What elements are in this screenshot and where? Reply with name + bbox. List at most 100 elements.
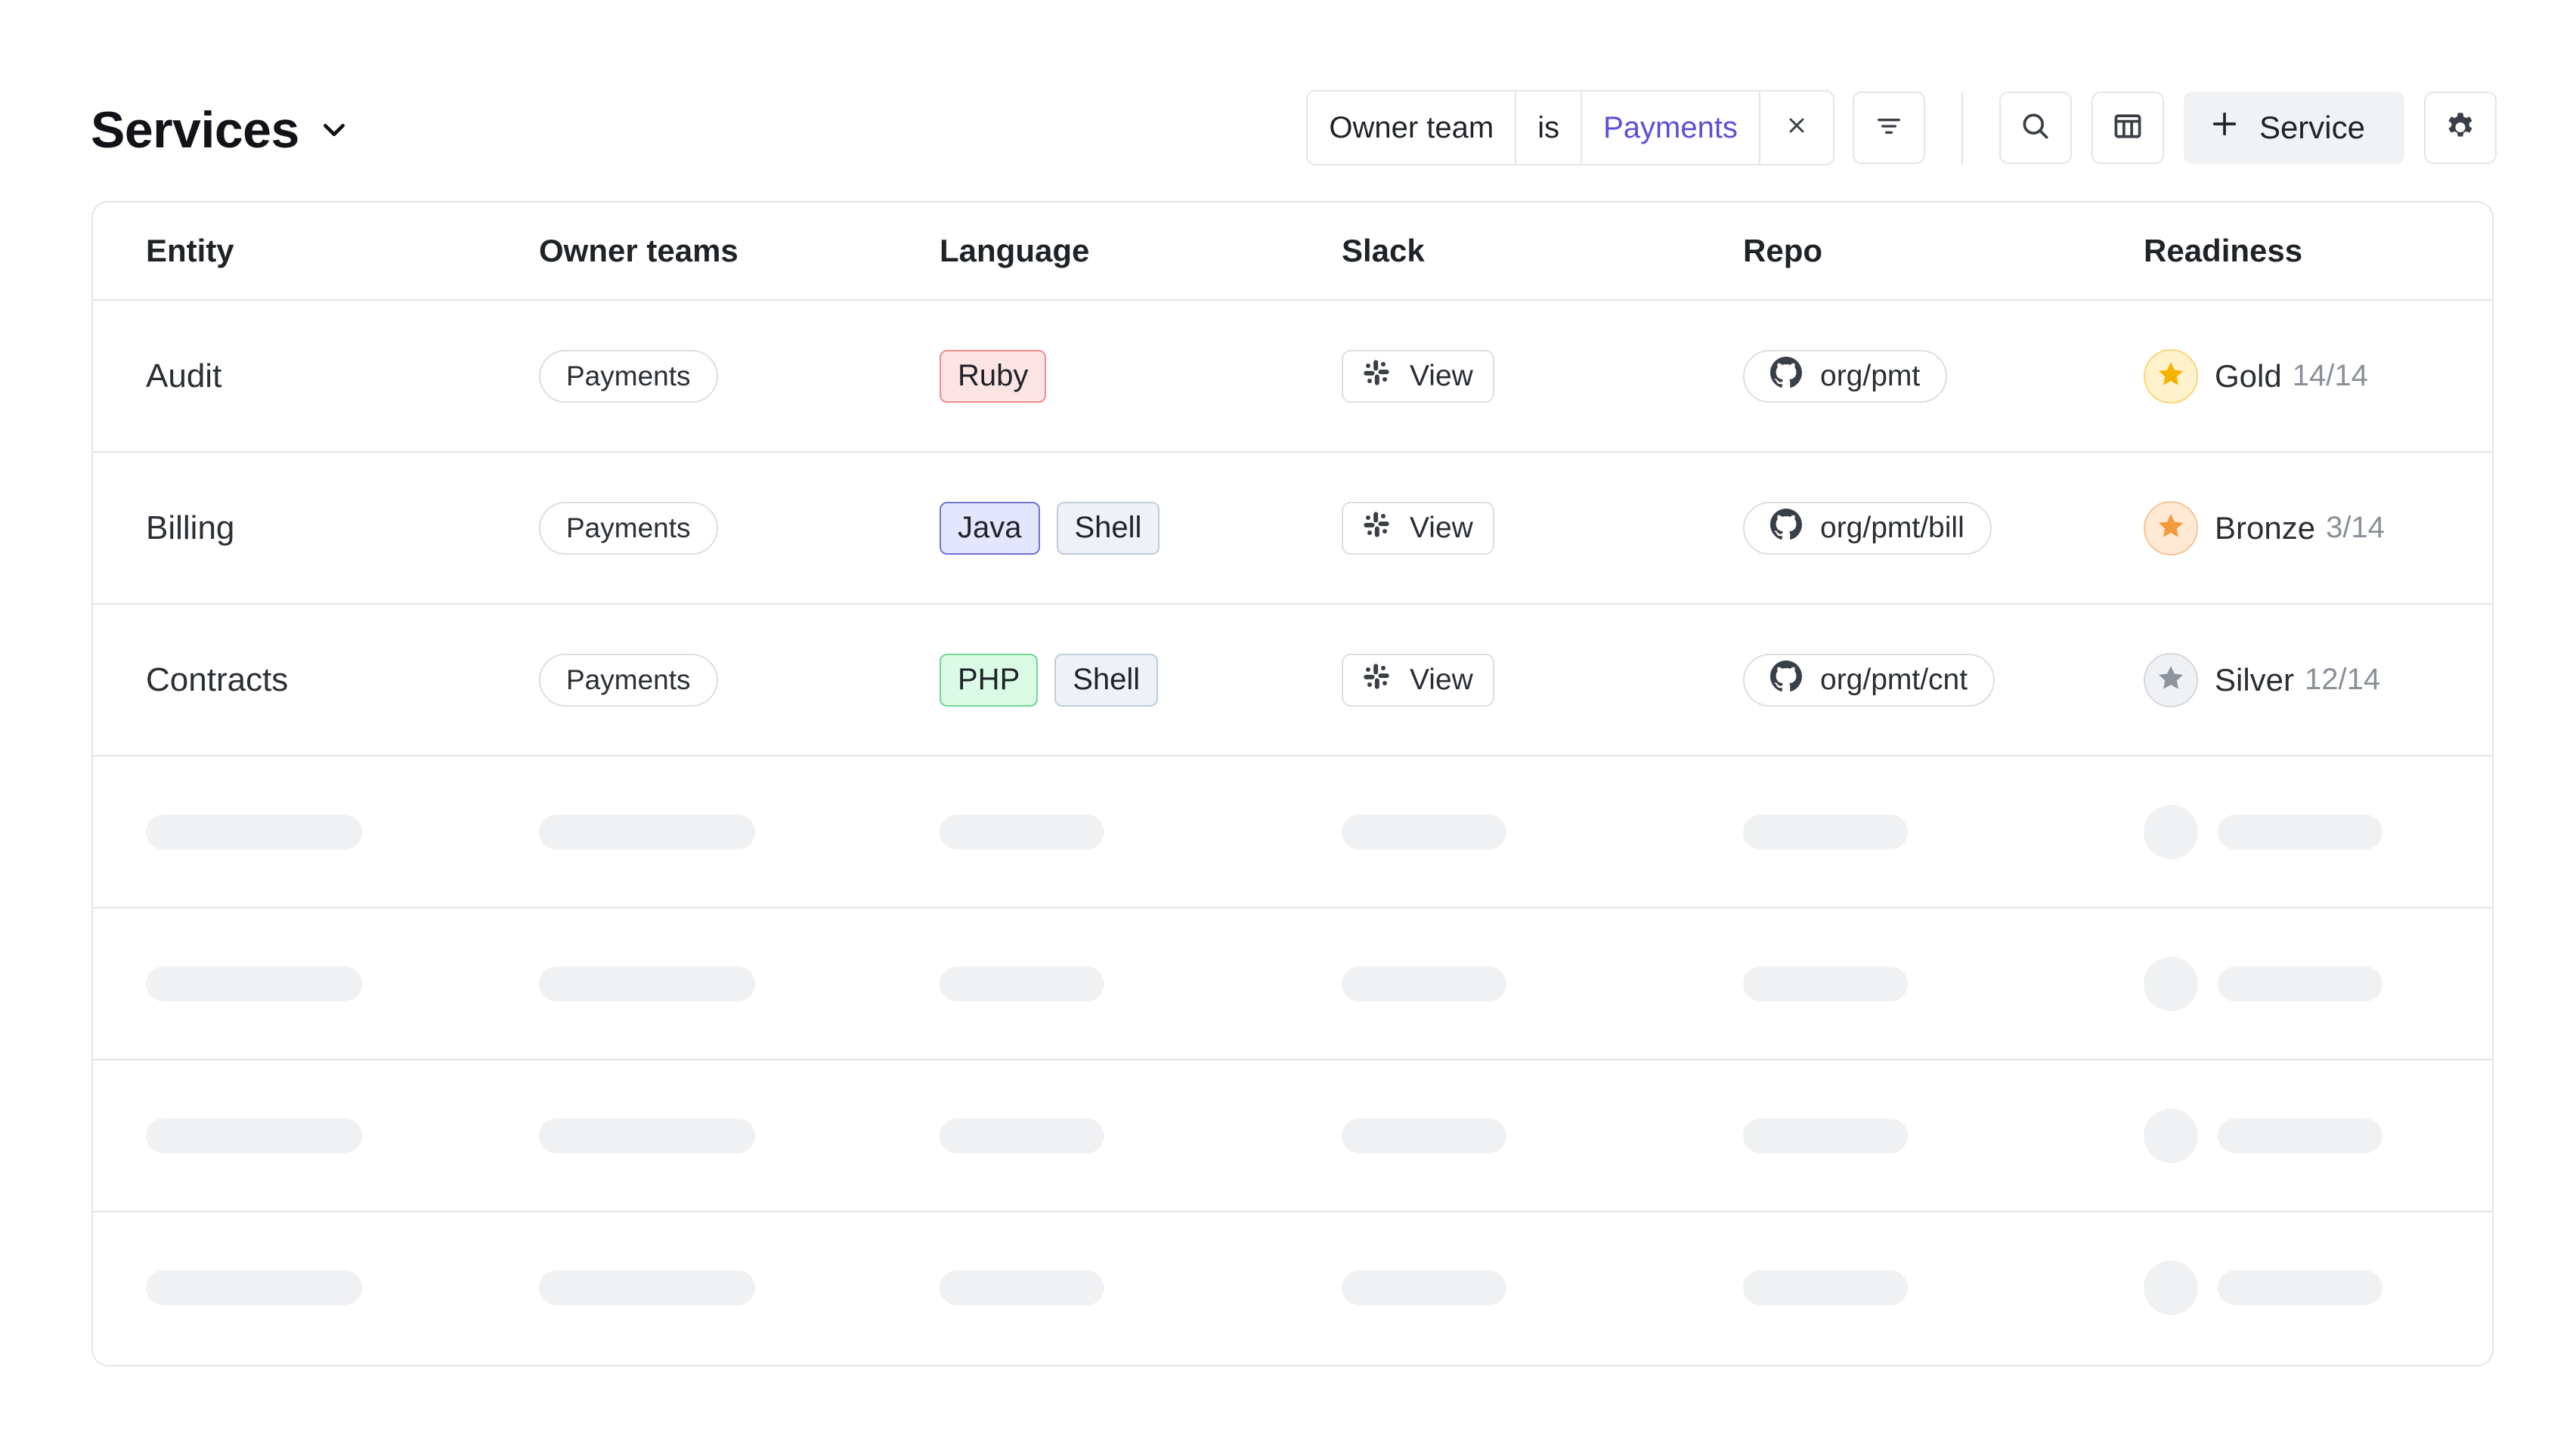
- readiness[interactable]: Gold 14/14: [2144, 301, 2368, 451]
- add-service-label: Service: [2259, 110, 2365, 145]
- language-tag[interactable]: Java: [940, 501, 1040, 555]
- readiness-score: 14/14: [2292, 359, 2368, 392]
- owner-team-pill[interactable]: Payments: [539, 349, 718, 403]
- github-icon: [1770, 356, 1802, 396]
- language-tag[interactable]: Shell: [1054, 653, 1159, 707]
- page-title-dropdown[interactable]: Services: [91, 97, 349, 163]
- column-header-readiness[interactable]: Readiness: [2144, 203, 2302, 299]
- skeleton-row: [93, 908, 2492, 1060]
- plus-icon: [2209, 109, 2240, 147]
- entity-name[interactable]: Billing: [146, 509, 234, 547]
- slack-view-label: View: [1410, 663, 1473, 696]
- repo-label: org/pmt: [1820, 359, 1921, 392]
- column-header-slack[interactable]: Slack: [1342, 203, 1425, 299]
- search-icon: [2019, 110, 2052, 147]
- skeleton-row: [93, 1212, 2492, 1364]
- skeleton-bar: [1342, 814, 1506, 849]
- filter-value[interactable]: Payments: [1582, 91, 1760, 164]
- slack-icon: [1361, 509, 1392, 547]
- star-icon: [2156, 663, 2186, 697]
- slack-view-button[interactable]: View: [1342, 501, 1494, 555]
- skeleton-circle: [2144, 1108, 2198, 1163]
- skeleton-bar: [2218, 1270, 2382, 1305]
- slack-view-label: View: [1410, 359, 1473, 392]
- language-tags: Ruby: [940, 301, 1047, 451]
- skeleton-bar: [2218, 814, 2382, 849]
- entity-name[interactable]: Contracts: [146, 661, 288, 699]
- skeleton-bar: [539, 814, 755, 849]
- table-row[interactable]: Audit Payments Ruby View org/pmt Gold 14…: [93, 301, 2492, 453]
- repo-link[interactable]: org/pmt: [1743, 349, 1948, 403]
- chevron-down-icon: [319, 115, 349, 145]
- star-icon: [2156, 511, 2186, 545]
- entity-name[interactable]: Audit: [146, 357, 221, 395]
- readiness-level: Silver: [2215, 661, 2295, 698]
- skeleton-bar: [146, 1118, 362, 1153]
- skeleton-bar: [146, 966, 362, 1001]
- readiness-level: Gold: [2215, 357, 2282, 394]
- filter-button[interactable]: [1852, 91, 1925, 164]
- skeleton-bar: [2218, 966, 2382, 1001]
- readiness[interactable]: Bronze 3/14: [2144, 453, 2385, 603]
- readiness-level: Bronze: [2215, 509, 2316, 546]
- slack-view-button[interactable]: View: [1342, 653, 1494, 707]
- skeleton-bar: [539, 1270, 755, 1305]
- language-tag[interactable]: Shell: [1056, 501, 1160, 555]
- skeleton-bar: [940, 1118, 1104, 1153]
- column-header-entity[interactable]: Entity: [146, 203, 234, 299]
- skeleton-bar: [1342, 966, 1506, 1001]
- page-title: Services: [91, 101, 299, 159]
- filter-field[interactable]: Owner team: [1308, 91, 1517, 164]
- owner-team-pill[interactable]: Payments: [539, 501, 718, 555]
- skeleton-bar: [940, 814, 1104, 849]
- language-tag[interactable]: PHP: [940, 653, 1039, 707]
- column-header-language[interactable]: Language: [940, 203, 1089, 299]
- github-icon: [1770, 508, 1802, 548]
- language-tag[interactable]: Ruby: [940, 349, 1047, 403]
- close-icon: [1785, 111, 1809, 145]
- skeleton-circle: [2144, 1260, 2198, 1315]
- readiness[interactable]: Silver 12/14: [2144, 605, 2380, 755]
- skeleton-bar: [539, 966, 755, 1001]
- add-service-button[interactable]: Service: [2183, 91, 2404, 164]
- search-button[interactable]: [1999, 91, 2072, 164]
- services-table: Entity Owner teams Language Slack Repo R…: [91, 201, 2494, 1366]
- toolbar: Owner team is Payments Service: [1306, 90, 2497, 166]
- repo-link[interactable]: org/pmt/bill: [1743, 501, 1992, 555]
- skeleton-bar: [1743, 1118, 1908, 1153]
- skeleton-bar: [1743, 966, 1908, 1001]
- filter-clear-button[interactable]: [1760, 91, 1833, 164]
- repo-link[interactable]: org/pmt/cnt: [1743, 653, 1995, 707]
- filter-lines-icon: [1874, 111, 1904, 145]
- readiness-badge: [2144, 652, 2198, 707]
- owner-team-pill[interactable]: Payments: [539, 653, 718, 707]
- readiness-badge: [2144, 500, 2198, 555]
- skeleton-row: [93, 1060, 2492, 1212]
- readiness-score: 12/14: [2305, 663, 2381, 696]
- skeleton-bar: [940, 966, 1104, 1001]
- github-icon: [1770, 660, 1802, 700]
- skeleton-bar: [1743, 1270, 1908, 1305]
- slack-icon: [1361, 357, 1392, 395]
- skeleton-bar: [940, 1270, 1104, 1305]
- column-header-owner-teams[interactable]: Owner teams: [539, 203, 738, 299]
- language-tags: PHP Shell: [940, 605, 1159, 755]
- table-body: Audit Payments Ruby View org/pmt Gold 14…: [93, 301, 2492, 1364]
- column-header-repo[interactable]: Repo: [1743, 203, 1822, 299]
- slack-icon: [1361, 661, 1392, 699]
- settings-button[interactable]: [2424, 91, 2497, 164]
- table-row[interactable]: Contracts Payments PHP Shell View org/pm…: [93, 605, 2492, 756]
- filter-operator[interactable]: is: [1516, 91, 1583, 164]
- columns-button[interactable]: [2091, 91, 2164, 164]
- readiness-badge: [2144, 348, 2198, 404]
- skeleton-bar: [1342, 1118, 1506, 1153]
- slack-view-button[interactable]: View: [1342, 349, 1494, 403]
- gear-icon: [2443, 109, 2478, 147]
- skeleton-bar: [1342, 1270, 1506, 1305]
- language-tags: Java Shell: [940, 453, 1160, 603]
- skeleton-circle: [2144, 956, 2198, 1011]
- columns-icon: [2111, 110, 2144, 147]
- table-row[interactable]: Billing Payments Java Shell View org/pmt…: [93, 453, 2492, 605]
- readiness-score: 3/14: [2326, 511, 2385, 544]
- skeleton-bar: [2218, 1118, 2382, 1153]
